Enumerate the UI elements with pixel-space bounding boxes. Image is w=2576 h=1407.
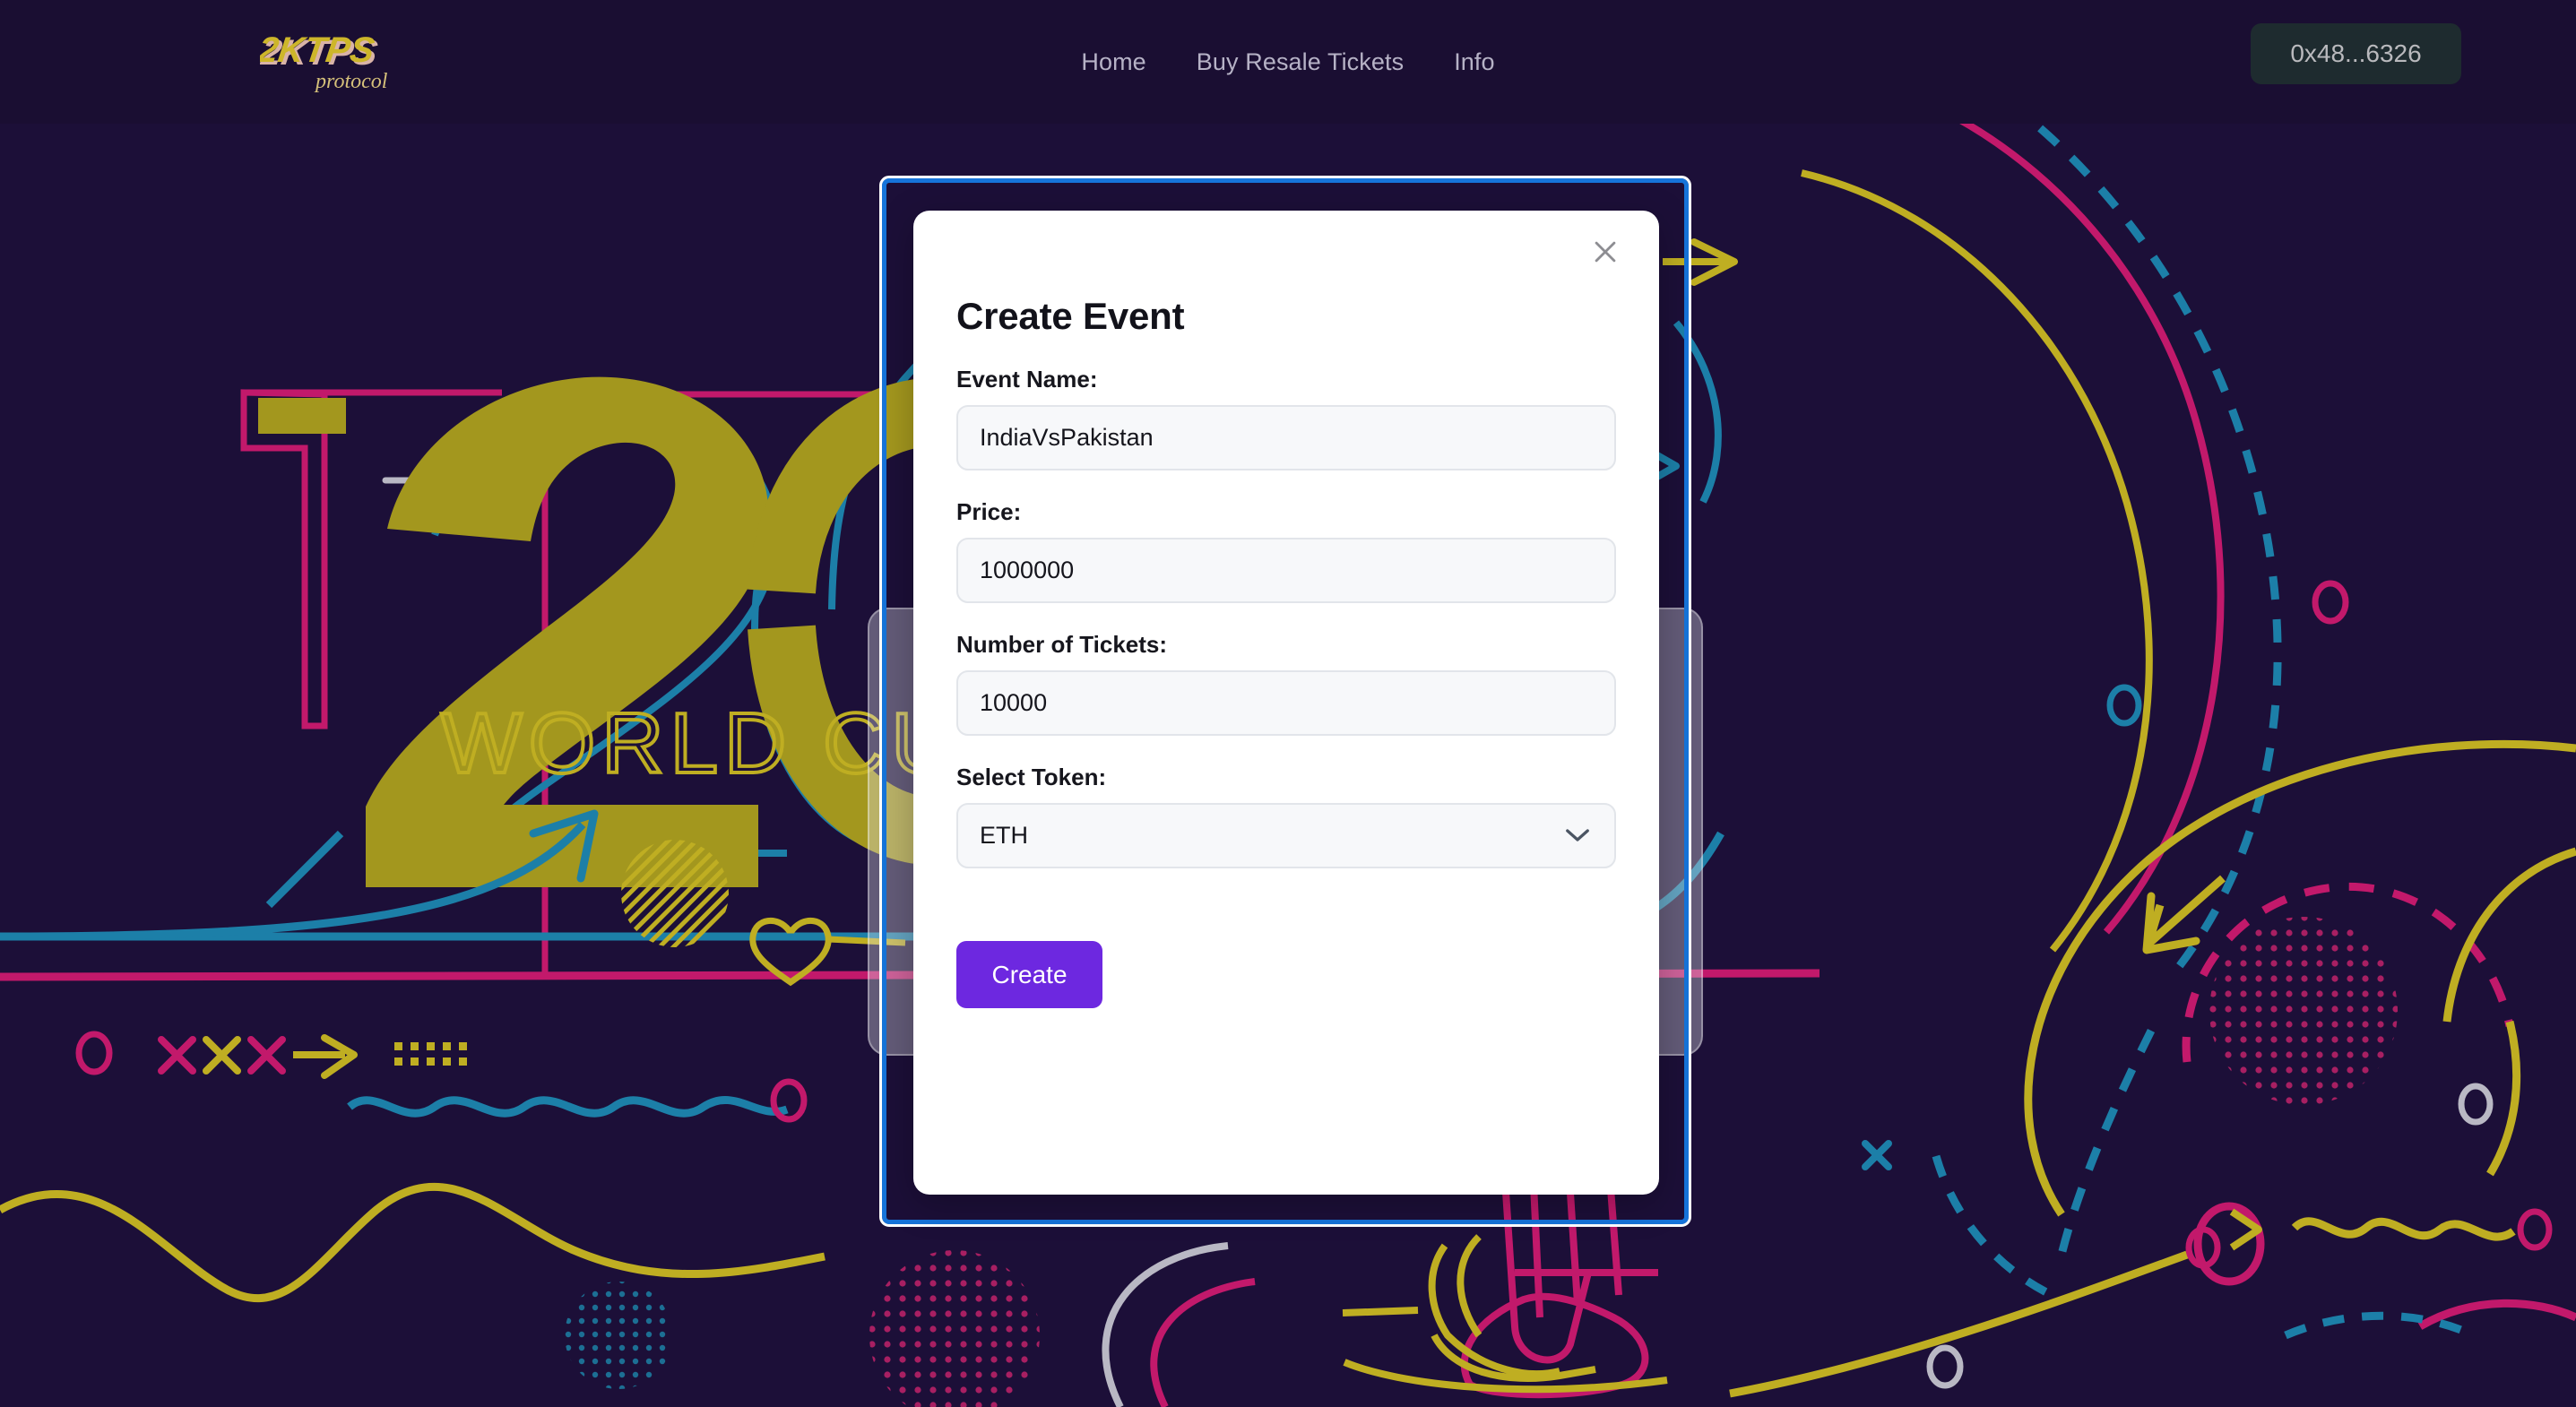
modal-title: Create Event: [956, 295, 1185, 337]
field-price: Price:: [956, 498, 1616, 603]
number-of-tickets-input[interactable]: [956, 670, 1616, 736]
label-price: Price:: [956, 498, 1022, 525]
label-select-token: Select Token:: [956, 764, 1107, 790]
nav-link-home[interactable]: Home: [1056, 39, 1171, 85]
label-number-of-tickets: Number of Tickets:: [956, 631, 1168, 658]
wallet-address-button[interactable]: 0x48...6326: [2251, 23, 2461, 84]
nav-link-buy-resale-tickets[interactable]: Buy Resale Tickets: [1171, 39, 1429, 85]
price-input[interactable]: [956, 538, 1616, 603]
top-navbar: 2KTPS 2KTPS protocol Home Buy Resale Tic…: [0, 0, 2576, 124]
select-token-value[interactable]: [956, 803, 1616, 868]
app-root: WORLD CUP 2KTPS 2KTPS protocol Home Buy …: [0, 0, 2576, 1407]
field-select-token: Select Token:: [956, 764, 1616, 868]
create-event-form: Event Name: Price: Number of Tickets: Se…: [956, 366, 1616, 896]
event-name-input[interactable]: [956, 405, 1616, 470]
nav-links: Home Buy Resale Tickets Info: [0, 0, 2576, 124]
select-token-wrapper: [956, 803, 1616, 868]
close-icon[interactable]: [1580, 227, 1630, 277]
create-button[interactable]: Create: [956, 941, 1102, 1008]
close-x-icon: [1595, 241, 1616, 263]
create-event-modal: Create Event Event Name: Price: Number o…: [913, 211, 1659, 1195]
field-number-of-tickets: Number of Tickets:: [956, 631, 1616, 736]
nav-link-info[interactable]: Info: [1429, 39, 1519, 85]
label-event-name: Event Name:: [956, 366, 1098, 393]
field-event-name: Event Name:: [956, 366, 1616, 470]
